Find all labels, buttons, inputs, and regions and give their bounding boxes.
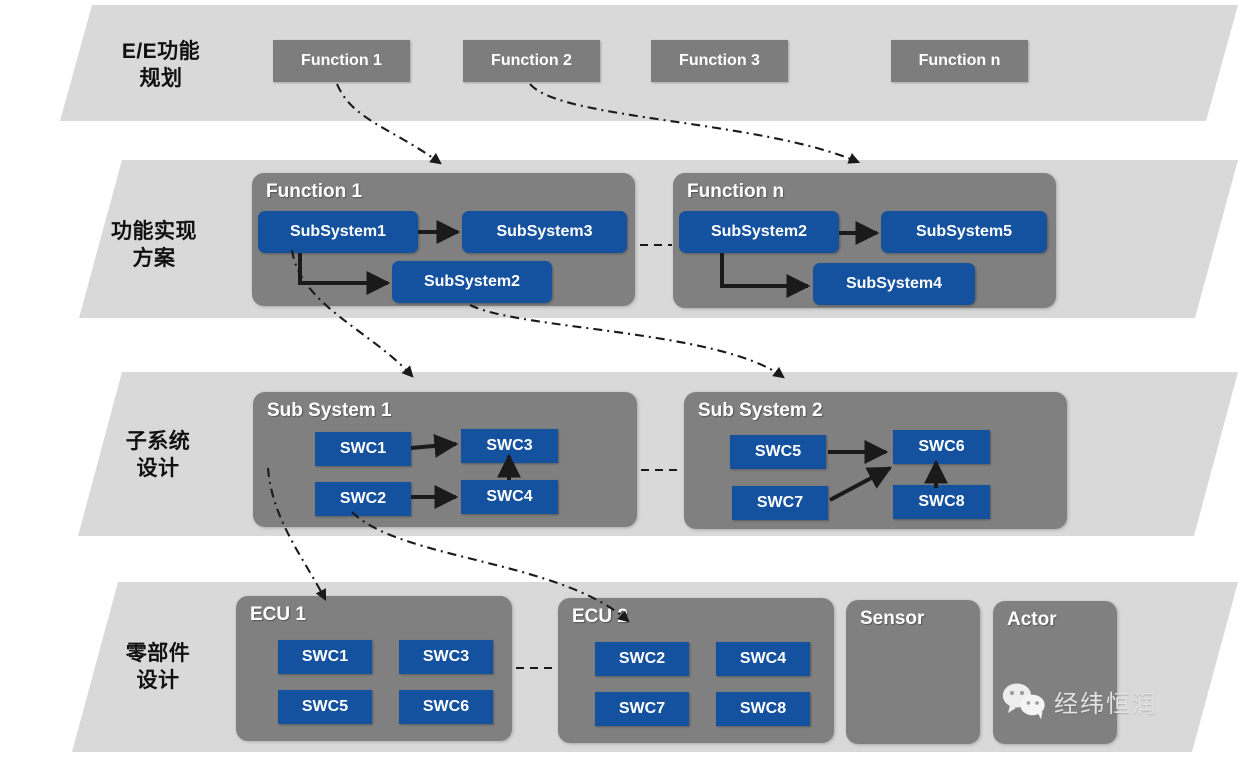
watermark-text: 经纬恒润 (1054, 689, 1158, 718)
node-swc3-ecu1[interactable]: SWC3 (399, 640, 493, 674)
diagram-canvas: E/E功能 规划 功能实现 方案 子系统 设计 零部件 设计 Function … (0, 0, 1238, 762)
node-subsystem4[interactable]: SubSystem4 (813, 263, 975, 305)
node-subsystem1[interactable]: SubSystem1 (258, 211, 418, 253)
node-swc4-ss1[interactable]: SWC4 (461, 480, 558, 514)
group-title-ecu-2: ECU 2 (572, 606, 628, 627)
group-function-n[interactable]: Function n SubSystem2 SubSystem5 SubSyst… (673, 173, 1056, 308)
group-actor[interactable]: Actor (993, 601, 1117, 744)
group-title-function-1: Function 1 (266, 181, 363, 202)
node-swc6-ss2[interactable]: SWC6 (893, 430, 990, 464)
node-swc7-ecu2[interactable]: SWC7 (595, 692, 689, 726)
node-swc2-ss1[interactable]: SWC2 (315, 482, 411, 516)
node-swc1-ecu1[interactable]: SWC1 (278, 640, 372, 674)
group-title-ecu-1: ECU 1 (250, 604, 306, 625)
group-title-function-n: Function n (687, 181, 785, 202)
group-title-actor: Actor (1007, 609, 1057, 630)
node-swc2-ecu2[interactable]: SWC2 (595, 642, 689, 676)
node-subsystem3[interactable]: SubSystem3 (462, 211, 627, 253)
stage-label-function-realization-scheme: 功能实现 方案 (111, 220, 197, 270)
node-swc8-ss2[interactable]: SWC8 (893, 485, 990, 519)
group-sensor[interactable]: Sensor (846, 600, 980, 744)
node-swc1-ss1[interactable]: SWC1 (315, 432, 411, 466)
function-box-n[interactable]: Function n (891, 40, 1028, 82)
node-swc3-ss1[interactable]: SWC3 (461, 429, 558, 463)
stage-label-ee-function-planning: E/E功能 规划 (121, 40, 201, 90)
watermark: 经纬恒润 (1002, 682, 1158, 720)
node-subsystem2-fn[interactable]: SubSystem2 (679, 211, 839, 253)
function-box-1[interactable]: Function 1 (273, 40, 410, 82)
group-title-sub-system-1: Sub System 1 (267, 400, 392, 421)
node-swc5-ss2[interactable]: SWC5 (730, 435, 826, 469)
function-box-2[interactable]: Function 2 (463, 40, 600, 82)
node-swc7-ss2[interactable]: SWC7 (732, 486, 828, 520)
group-title-sensor: Sensor (860, 608, 925, 629)
node-subsystem5[interactable]: SubSystem5 (881, 211, 1047, 253)
wechat-icon (1002, 683, 1045, 720)
group-ecu-2[interactable]: ECU 2 SWC2 SWC4 SWC7 SWC8 (558, 598, 834, 743)
node-swc6-ecu1[interactable]: SWC6 (399, 690, 493, 724)
node-swc5-ecu1[interactable]: SWC5 (278, 690, 372, 724)
function-box-3[interactable]: Function 3 (651, 40, 788, 82)
group-function-1[interactable]: Function 1 SubSystem1 SubSystem3 SubSyst… (252, 173, 635, 306)
stage-label-component-design: 零部件 设计 (125, 642, 191, 692)
node-swc8-ecu2[interactable]: SWC8 (716, 692, 810, 726)
group-sub-system-2[interactable]: Sub System 2 SWC5 SWC6 SWC7 SWC8 (684, 392, 1067, 529)
group-sub-system-1[interactable]: Sub System 1 SWC1 SWC3 SWC2 SWC4 (253, 392, 637, 527)
node-subsystem2[interactable]: SubSystem2 (392, 261, 552, 303)
stage-label-subsystem-design: 子系统 设计 (125, 430, 191, 480)
group-ecu-1[interactable]: ECU 1 SWC1 SWC3 SWC5 SWC6 (236, 596, 512, 741)
node-swc4-ecu2[interactable]: SWC4 (716, 642, 810, 676)
group-title-sub-system-2: Sub System 2 (698, 400, 823, 421)
